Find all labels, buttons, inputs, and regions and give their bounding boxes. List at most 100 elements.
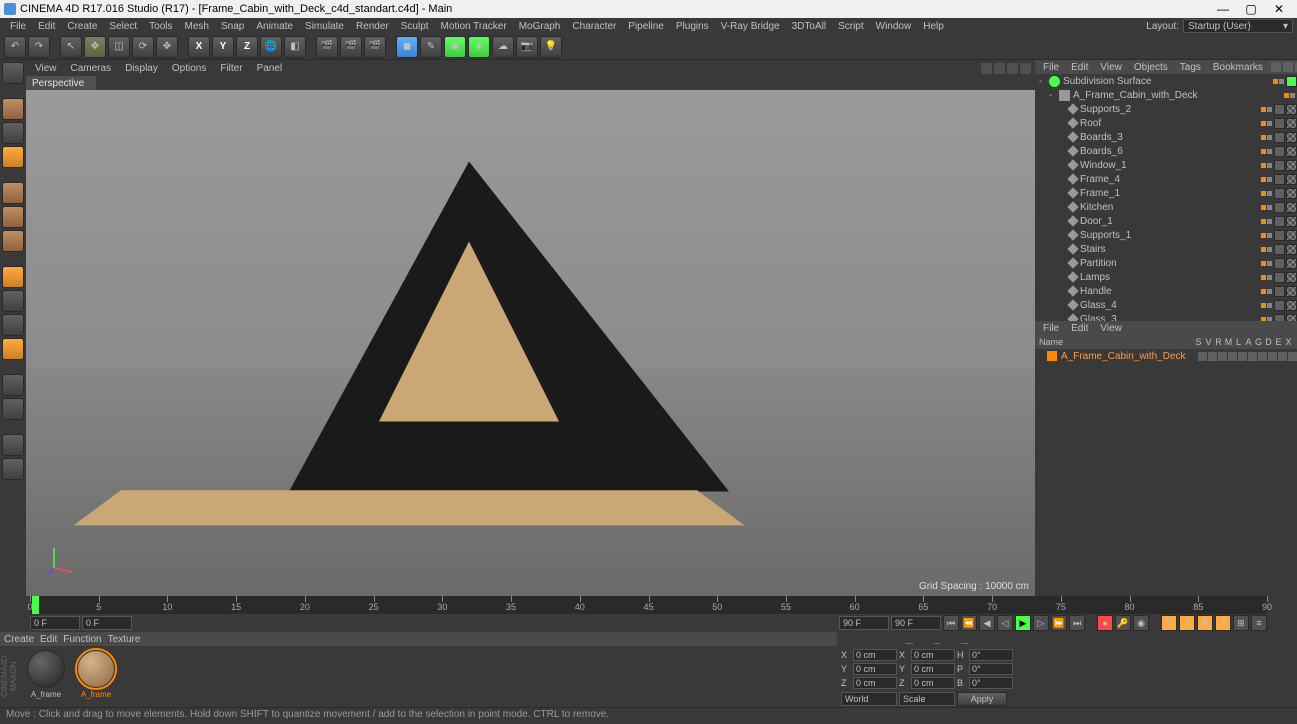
goto-end-button[interactable]: ⏭ (1069, 615, 1085, 631)
menu-file[interactable]: File (4, 21, 32, 32)
play-backward-button[interactable]: ◁ (997, 615, 1013, 631)
range-end-field[interactable] (839, 616, 889, 630)
tree-row[interactable]: Glass_4 (1035, 298, 1297, 312)
render-view[interactable]: 🎬 (316, 36, 338, 58)
coord-field[interactable] (969, 677, 1013, 689)
render-settings[interactable]: 🎬 (364, 36, 386, 58)
polygon-mode[interactable] (2, 230, 24, 252)
material-thumb[interactable]: A_frame (74, 650, 118, 699)
pla-key-button[interactable]: ⊞ (1233, 615, 1249, 631)
menu-create[interactable]: Create (61, 21, 103, 32)
scale-key-button[interactable]: S (1179, 615, 1195, 631)
vpmenu-panel[interactable]: Panel (252, 63, 288, 74)
menu-snap[interactable]: Snap (215, 21, 250, 32)
matmenu-function[interactable]: Function (63, 634, 101, 645)
goto-prev-key-button[interactable]: ⏪ (961, 615, 977, 631)
view-icon[interactable] (1283, 62, 1293, 72)
take-row[interactable]: A_Frame_Cabin_with_Deck (1035, 349, 1297, 363)
playhead[interactable] (32, 596, 39, 614)
point-mode[interactable] (2, 182, 24, 204)
timeline-ruler[interactable]: 051015202530354045505560657075808590 (30, 596, 1267, 614)
snap-mode[interactable] (2, 314, 24, 336)
goto-next-key-button[interactable]: ⏩ (1051, 615, 1067, 631)
coord-mode-dropdown[interactable]: Scale (899, 692, 955, 706)
coord-field[interactable] (969, 649, 1013, 661)
viewport-max-icon[interactable] (1020, 63, 1031, 74)
axis-mode[interactable] (2, 266, 24, 288)
select-tool[interactable]: ↖ (60, 36, 82, 58)
tree-row[interactable]: Glass_3 (1035, 312, 1297, 321)
coord-field[interactable] (911, 649, 955, 661)
next-frame-button[interactable]: ▷ (1033, 615, 1049, 631)
vpmenu-display[interactable]: Display (120, 63, 163, 74)
tree-row[interactable]: Supports_1 (1035, 228, 1297, 242)
coord-field[interactable] (911, 677, 955, 689)
rot-key-button[interactable]: R (1197, 615, 1213, 631)
menu-3dtoall[interactable]: 3DToAll (786, 21, 832, 32)
objmenu-tags[interactable]: Tags (1176, 62, 1205, 73)
key-options-button[interactable]: ≡ (1251, 615, 1267, 631)
coord-field[interactable] (853, 649, 897, 661)
coord-field[interactable] (853, 663, 897, 675)
tree-row[interactable]: Handle (1035, 284, 1297, 298)
tree-row[interactable]: Kitchen (1035, 200, 1297, 214)
menu-simulate[interactable]: Simulate (299, 21, 350, 32)
coord-toggle[interactable]: ◧ (284, 36, 306, 58)
layout-dropdown[interactable]: Startup (User)▾ (1183, 19, 1293, 33)
takemenu-file[interactable]: File (1039, 323, 1063, 334)
menu-mograph[interactable]: MoGraph (513, 21, 567, 32)
coord-system[interactable]: 🌐 (260, 36, 282, 58)
objmenu-view[interactable]: View (1096, 62, 1126, 73)
camera-tool[interactable]: 📷 (516, 36, 538, 58)
viewport-config-icon[interactable] (981, 63, 992, 74)
viewport-hud-icon[interactable] (994, 63, 1005, 74)
tree-row[interactable]: Roof (1035, 116, 1297, 130)
menu-character[interactable]: Character (566, 21, 622, 32)
tree-row[interactable]: Supports_2 (1035, 102, 1297, 116)
tree-row[interactable]: Door_1 (1035, 214, 1297, 228)
close-button[interactable]: ✕ (1265, 1, 1293, 17)
undo-button[interactable]: ↶ (4, 36, 26, 58)
tree-row[interactable]: Partition (1035, 256, 1297, 270)
range-start-field[interactable] (30, 616, 80, 630)
generator-tool[interactable]: ◉ (444, 36, 466, 58)
python-tag[interactable] (2, 434, 24, 456)
coord-field[interactable] (911, 663, 955, 675)
deformer-tool[interactable]: ◈ (468, 36, 490, 58)
python-gen[interactable] (2, 458, 24, 480)
tree-row[interactable]: Stairs (1035, 242, 1297, 256)
rotate-tool[interactable]: ⟳ (132, 36, 154, 58)
tree-row[interactable]: Frame_4 (1035, 172, 1297, 186)
pos-key-button[interactable]: P (1161, 615, 1177, 631)
render-region[interactable]: 🎬 (340, 36, 362, 58)
maximize-button[interactable]: ▢ (1237, 1, 1265, 17)
menu-window[interactable]: Window (870, 21, 918, 32)
menu-help[interactable]: Help (917, 21, 950, 32)
tree-row[interactable]: Window_1 (1035, 158, 1297, 172)
menu-motion tracker[interactable]: Motion Tracker (435, 21, 513, 32)
texture-mode[interactable] (2, 122, 24, 144)
menu-edit[interactable]: Edit (32, 21, 61, 32)
tree-row[interactable]: Lamps (1035, 270, 1297, 284)
coord-space-dropdown[interactable]: World (841, 692, 897, 706)
menu-animate[interactable]: Animate (250, 21, 299, 32)
keyframe-sel-button[interactable]: ◉ (1133, 615, 1149, 631)
takemenu-view[interactable]: View (1096, 323, 1126, 334)
recent-tool[interactable]: ✥ (156, 36, 178, 58)
workplane-mode[interactable] (2, 146, 24, 168)
tree-row[interactable]: Boards_6 (1035, 144, 1297, 158)
scale-tool[interactable]: ◫ (108, 36, 130, 58)
menu-tools[interactable]: Tools (143, 21, 178, 32)
matmenu-texture[interactable]: Texture (108, 634, 141, 645)
takemenu-edit[interactable]: Edit (1067, 323, 1092, 334)
matmenu-create[interactable]: Create (4, 634, 34, 645)
coord-field[interactable] (853, 677, 897, 689)
pen-tool[interactable]: ✎ (420, 36, 442, 58)
tweak-mode[interactable] (2, 290, 24, 312)
objmenu-objects[interactable]: Objects (1130, 62, 1172, 73)
environment-tool[interactable]: ☁ (492, 36, 514, 58)
x-axis-lock[interactable]: X (188, 36, 210, 58)
animation-mode[interactable] (2, 398, 24, 420)
vpmenu-cameras[interactable]: Cameras (66, 63, 117, 74)
record-button[interactable]: ● (1097, 615, 1113, 631)
